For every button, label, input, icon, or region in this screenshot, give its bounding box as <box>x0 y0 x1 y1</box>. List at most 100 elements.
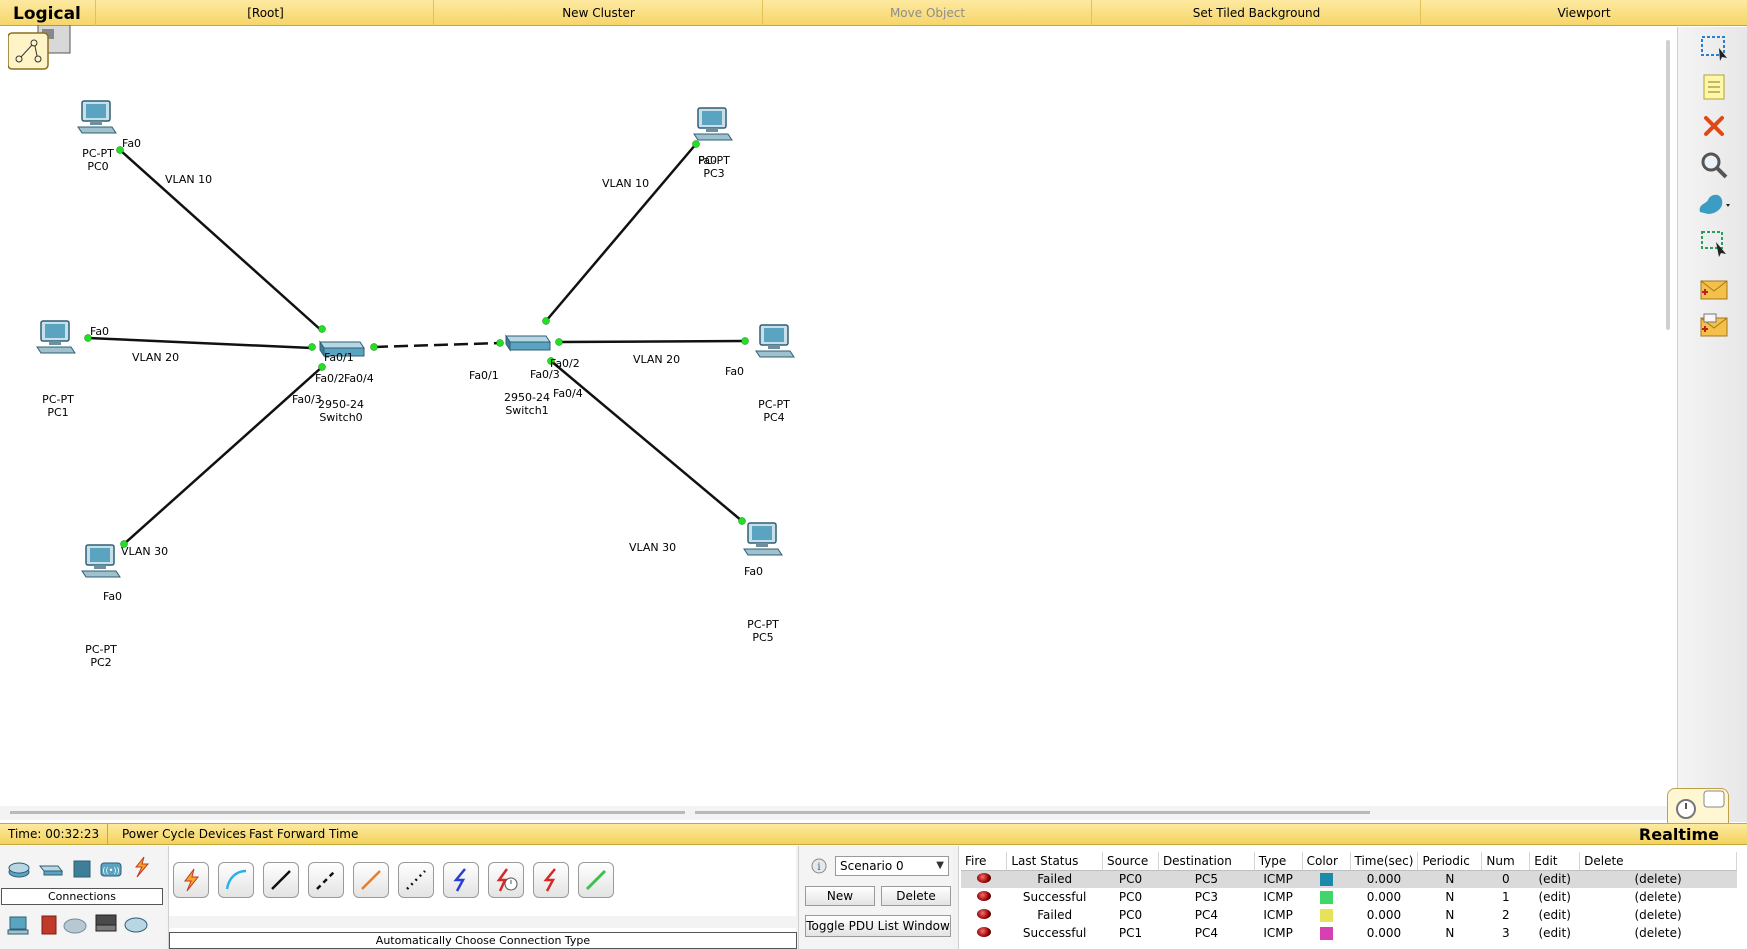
col-type[interactable]: Type <box>1254 852 1303 871</box>
scroll-thumb-left[interactable] <box>10 811 685 814</box>
pc1-icon[interactable] <box>35 319 79 357</box>
power-cycle-devices-button[interactable]: Power Cycle Devices <box>122 824 246 845</box>
pdu-delete-link[interactable]: (delete) <box>1580 924 1737 942</box>
wan-emulation-icon[interactable] <box>62 914 88 936</box>
fire-button[interactable] <box>961 888 1007 906</box>
security-icon[interactable] <box>36 914 62 936</box>
fire-button[interactable] <box>961 870 1007 888</box>
pc4-label: PC-PT PC4 <box>758 398 790 424</box>
switches-icon[interactable] <box>37 858 63 880</box>
place-note-tool[interactable] <box>1696 70 1732 104</box>
logical-workspace[interactable]: PC-PT PC0 PC-PT PC1 PC-PT PC2 PC-PT PC3 PC-P… <box>0 27 1675 820</box>
workspace-vertical-scrollbar[interactable] <box>1666 40 1670 330</box>
col-color[interactable]: Color <box>1302 852 1351 871</box>
scenario-select[interactable]: Scenario 0 ▼ <box>835 856 949 876</box>
pdu-row[interactable]: Failed PC0 PC4 ICMP 0.000 N 2 (edit) (de… <box>961 906 1737 924</box>
pc0-icon[interactable] <box>76 99 120 137</box>
inspect-tool[interactable] <box>1696 148 1732 182</box>
move-object-button[interactable]: Move Object <box>762 0 1092 26</box>
vlan-label-pc0: VLAN 10 <box>165 173 213 186</box>
usb-cable-button[interactable] <box>578 862 614 898</box>
pdu-list-panel: Fire Last Status Source Destination Type… <box>958 846 1747 949</box>
pc5-icon[interactable] <box>742 521 786 559</box>
logical-mode-icon[interactable] <box>8 25 72 71</box>
pc3-icon[interactable] <box>692 106 736 144</box>
switch1-icon[interactable] <box>500 332 552 354</box>
new-scenario-button[interactable]: New <box>805 886 875 906</box>
coaxial-button[interactable] <box>443 862 479 898</box>
wireless-devices-icon[interactable]: ((•)) <box>98 858 124 880</box>
resize-shape-tool[interactable] <box>1696 226 1732 260</box>
connections-icon[interactable] <box>128 856 154 878</box>
pdu-edit-link[interactable]: (edit) <box>1530 888 1580 906</box>
select-icon <box>1701 36 1727 61</box>
realtime-label[interactable]: Realtime <box>1639 825 1719 844</box>
pdu-color <box>1302 906 1350 924</box>
new-cluster-button[interactable]: New Cluster <box>433 0 763 26</box>
pdu-row[interactable]: Successful PC0 PC3 ICMP 0.000 N 1 (edit)… <box>961 888 1737 906</box>
viewport-button[interactable]: Viewport <box>1420 0 1747 26</box>
select-tool[interactable] <box>1696 31 1732 65</box>
connection-scrollbar[interactable] <box>169 916 797 928</box>
pdu-delete-link[interactable]: (delete) <box>1579 870 1737 888</box>
pdu-delete-link[interactable]: (delete) <box>1580 888 1737 906</box>
col-fire[interactable]: Fire <box>961 852 1008 871</box>
col-time[interactable]: Time(sec) <box>1350 852 1419 871</box>
pc2-icon[interactable] <box>80 543 124 581</box>
add-complex-pdu-tool[interactable] <box>1696 309 1732 343</box>
pdu-edit-link[interactable]: (edit) <box>1530 924 1580 942</box>
draw-shape-tool[interactable] <box>1696 187 1732 221</box>
col-num[interactable]: Num <box>1481 852 1531 871</box>
pc4-icon[interactable] <box>754 323 798 361</box>
switch1-label: 2950-24 Switch1 <box>504 391 550 417</box>
pc1-port-label: Fa0 <box>90 325 110 338</box>
network-devices-icon[interactable] <box>6 858 32 880</box>
switch0-label: 2950-24 Switch0 <box>318 398 364 424</box>
phone-cable-button[interactable] <box>398 862 434 898</box>
info-icon[interactable]: i <box>811 858 827 874</box>
pc4-model: PC-PT <box>758 398 790 411</box>
serial-dte-button[interactable] <box>533 862 569 898</box>
custom-devices-icon[interactable] <box>93 912 119 934</box>
col-destination[interactable]: Destination <box>1158 852 1255 871</box>
col-delete[interactable]: Delete <box>1579 852 1737 871</box>
col-last-status[interactable]: Last Status <box>1006 852 1104 871</box>
add-simple-pdu-tool[interactable] <box>1696 273 1732 307</box>
inspect-icon <box>1701 152 1728 179</box>
workspace-horizontal-scrollbar[interactable] <box>0 806 1675 820</box>
fire-button[interactable] <box>961 924 1007 942</box>
pc3-name: PC3 <box>703 167 725 180</box>
scroll-thumb-right[interactable] <box>695 811 1370 814</box>
fast-forward-time-button[interactable]: Fast Forward Time <box>249 824 358 845</box>
delete-tool[interactable] <box>1696 109 1732 143</box>
col-periodic[interactable]: Periodic <box>1417 852 1483 871</box>
realtime-mode-tab[interactable] <box>1667 788 1729 824</box>
col-edit[interactable]: Edit <box>1529 852 1581 871</box>
col-source[interactable]: Source <box>1102 852 1159 871</box>
usb-cable-icon <box>585 869 607 891</box>
pdu-row[interactable]: Successful PC1 PC4 ICMP 0.000 N 3 (edit)… <box>961 924 1737 942</box>
pdu-row[interactable]: Failed PC0 PC5 ICMP 0.000 N 0 (edit) (de… <box>961 870 1737 888</box>
delete-scenario-button[interactable]: Delete <box>881 886 951 906</box>
crossover-button[interactable] <box>308 862 344 898</box>
serial-dce-button[interactable] <box>488 862 524 898</box>
fire-button[interactable] <box>961 906 1007 924</box>
auto-connection-button[interactable] <box>173 862 209 898</box>
straight-through-button[interactable] <box>263 862 299 898</box>
root-button[interactable]: [Root] <box>95 0 435 26</box>
fiber-button[interactable] <box>353 862 389 898</box>
pdu-delete-link[interactable]: (delete) <box>1580 906 1737 924</box>
fire-icon <box>976 873 991 884</box>
pdu-status: Successful <box>1022 890 1087 904</box>
end-devices-icon[interactable] <box>6 914 32 936</box>
pdu-edit-link[interactable]: (edit) <box>1530 906 1580 924</box>
multiuser-connection-icon[interactable] <box>123 914 149 936</box>
pdu-edit-link[interactable]: (edit) <box>1529 870 1580 888</box>
pc4-port-label: Fa0 <box>725 365 745 378</box>
pc2-name: PC2 <box>90 656 112 669</box>
console-cable-button[interactable] <box>218 862 254 898</box>
hubs-icon[interactable] <box>68 858 94 880</box>
set-tiled-background-button[interactable]: Set Tiled Background <box>1091 0 1421 26</box>
toggle-pdu-list-button[interactable]: Toggle PDU List Window <box>805 915 951 937</box>
mode-title[interactable]: Logical <box>13 4 81 24</box>
